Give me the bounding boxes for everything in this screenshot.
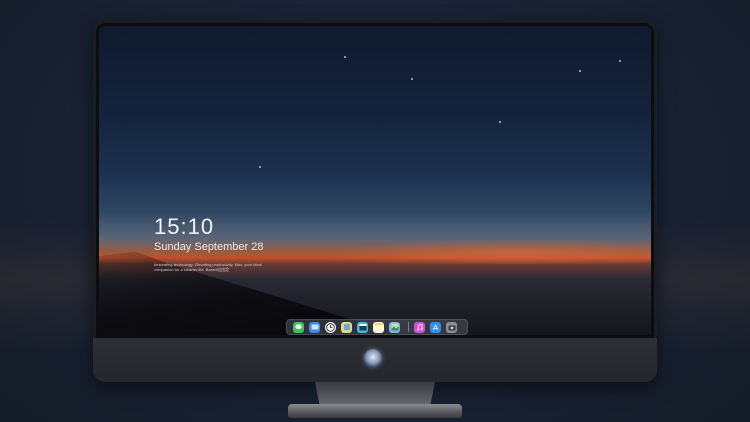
- sunset-glow: [319, 239, 651, 264]
- monitor-bezel: 15:10 Sunday September 28 Innovating tec…: [96, 23, 654, 338]
- lock-screen[interactable]: 15:10 Sunday September 28 Innovating tec…: [99, 26, 651, 335]
- monitor-chin: [93, 338, 657, 382]
- star: [259, 166, 261, 168]
- brand-logo-icon: [364, 349, 382, 367]
- star: [499, 121, 501, 123]
- desktop-scene: 15:10 Sunday September 28 Innovating tec…: [0, 0, 750, 422]
- lock-screen-date: Sunday September 28: [154, 241, 264, 253]
- app-store-icon[interactable]: [430, 321, 441, 333]
- photos-icon[interactable]: [389, 321, 400, 333]
- star: [579, 70, 581, 72]
- star: [619, 60, 621, 62]
- dock-separator: [408, 322, 409, 332]
- dock: [286, 319, 468, 335]
- itunes-icon[interactable]: [414, 321, 425, 333]
- imac-monitor: 15:10 Sunday September 28 Innovating tec…: [93, 20, 657, 382]
- monitor-stand-base: [288, 404, 462, 418]
- preview-icon[interactable]: [341, 321, 352, 333]
- finder-icon[interactable]: [309, 321, 320, 333]
- notes-icon[interactable]: [373, 321, 384, 333]
- clapperboard-icon[interactable]: [357, 321, 368, 333]
- lock-screen-tagline: Innovating technology, Elevating product…: [154, 262, 262, 272]
- star: [411, 78, 413, 80]
- camera-icon[interactable]: [446, 321, 457, 333]
- monitor-stand-neck: [315, 382, 435, 406]
- lock-screen-time: 15:10: [154, 214, 215, 239]
- clock-icon[interactable]: [325, 321, 336, 333]
- messages-icon[interactable]: [293, 321, 304, 333]
- star: [344, 56, 346, 58]
